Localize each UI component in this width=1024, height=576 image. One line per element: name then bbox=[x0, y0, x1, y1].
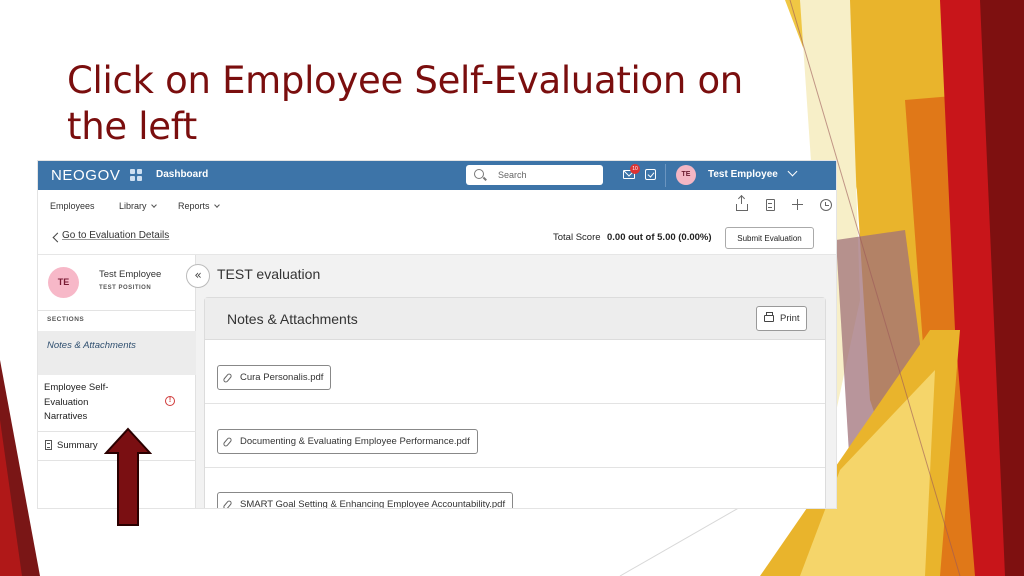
attachment-button[interactable]: Cura Personalis.pdf bbox=[217, 365, 332, 390]
employee-position: TEST POSITION bbox=[99, 285, 152, 291]
share-icon[interactable] bbox=[736, 196, 748, 211]
attachment-row: Documenting & Evaluating Employee Perfor… bbox=[205, 404, 825, 468]
paperclip-icon bbox=[222, 436, 233, 448]
arrow-shape bbox=[104, 427, 152, 526]
panel-header: Notes & Attachments Print bbox=[205, 298, 825, 340]
panel-title: Notes & Attachments bbox=[227, 311, 358, 327]
sidebar-item-label: Notes & Attachments bbox=[47, 340, 136, 351]
employee-avatar: TE bbox=[48, 267, 79, 298]
menu-employees[interactable]: Employees bbox=[50, 201, 95, 211]
app-grid-icon[interactable] bbox=[130, 169, 142, 181]
chevron-down-icon bbox=[150, 202, 157, 208]
sidebar-item-summary[interactable]: Summary bbox=[57, 440, 98, 451]
attachment-filename: Documenting & Evaluating Employee Perfor… bbox=[240, 436, 470, 447]
neogov-logo: NEOGOV bbox=[51, 167, 121, 184]
search-input[interactable] bbox=[498, 165, 598, 185]
main-content: TEST evaluation Notes & Attachments Prin… bbox=[196, 255, 836, 508]
paperclip-icon bbox=[222, 372, 233, 384]
attachment-button[interactable]: Documenting & Evaluating Employee Perfor… bbox=[217, 429, 478, 454]
summary-document-icon bbox=[45, 440, 52, 450]
history-icon[interactable] bbox=[820, 199, 832, 211]
evaluation-title: TEST evaluation bbox=[217, 266, 321, 282]
attachment-button[interactable]: SMART Goal Setting & Enhancing Employee … bbox=[217, 492, 514, 508]
menu-reports-label: Reports bbox=[178, 201, 210, 211]
search-box[interactable] bbox=[466, 165, 603, 185]
print-button[interactable]: Print bbox=[756, 306, 807, 331]
collapse-sidebar-button[interactable]: « bbox=[186, 264, 210, 288]
sections-label: SECTIONS bbox=[47, 316, 85, 323]
attachment-row: SMART Goal Setting & Enhancing Employee … bbox=[205, 468, 825, 508]
secondary-nav: Employees Library Reports bbox=[38, 190, 836, 222]
sidebar-item-self-evaluation[interactable]: Employee Self-Evaluation Narratives bbox=[44, 381, 124, 425]
paperclip-icon bbox=[222, 499, 233, 508]
user-name[interactable]: Test Employee bbox=[708, 169, 778, 180]
attachment-row: Cura Personalis.pdf bbox=[205, 340, 825, 404]
notification-badge: 10 bbox=[630, 164, 640, 174]
chevron-left-icon[interactable] bbox=[52, 232, 63, 243]
attachment-filename: SMART Goal Setting & Enhancing Employee … bbox=[240, 499, 506, 508]
evaluation-header: Go to Evaluation Details Total Score 0.0… bbox=[38, 222, 836, 255]
document-icon[interactable] bbox=[766, 199, 775, 211]
user-avatar[interactable]: TE bbox=[676, 165, 696, 185]
chevron-down-icon[interactable] bbox=[787, 166, 798, 177]
employee-name: Test Employee bbox=[99, 269, 162, 280]
menu-employees-label: Employees bbox=[50, 201, 95, 211]
menu-library[interactable]: Library bbox=[119, 201, 157, 211]
task-check-icon[interactable] bbox=[645, 169, 656, 180]
submit-evaluation-button[interactable]: Submit Evaluation bbox=[725, 227, 814, 249]
warning-icon: ! bbox=[165, 396, 175, 406]
pointer-arrow bbox=[104, 427, 152, 526]
search-icon bbox=[474, 169, 484, 179]
total-score-value: 0.00 out of 5.00 (0.00%) bbox=[607, 232, 712, 243]
back-to-evaluation-details-link[interactable]: Go to Evaluation Details bbox=[62, 230, 169, 241]
menu-reports[interactable]: Reports bbox=[178, 201, 220, 211]
sidebar-item-notes-attachments[interactable]: Notes & Attachments bbox=[38, 331, 196, 375]
slide-title: Click on Employee Self-Evaluation on the… bbox=[67, 59, 743, 148]
sidebar-divider bbox=[38, 310, 196, 311]
print-label: Print bbox=[780, 313, 800, 324]
top-navbar: NEOGOV Dashboard 10 TE Test Employee bbox=[38, 161, 836, 190]
printer-icon bbox=[764, 312, 774, 322]
menu-library-label: Library bbox=[119, 201, 147, 211]
navbar-divider bbox=[665, 164, 666, 187]
total-score-label: Total Score bbox=[553, 232, 601, 243]
chevron-down-icon bbox=[213, 202, 220, 208]
notes-attachments-panel: Notes & Attachments Print Cura Personali… bbox=[204, 297, 826, 508]
plus-icon[interactable] bbox=[792, 199, 804, 211]
app-screenshot: NEOGOV Dashboard 10 TE Test Employee Emp… bbox=[38, 161, 836, 508]
attachment-filename: Cura Personalis.pdf bbox=[240, 372, 324, 383]
dashboard-link[interactable]: Dashboard bbox=[156, 169, 208, 180]
